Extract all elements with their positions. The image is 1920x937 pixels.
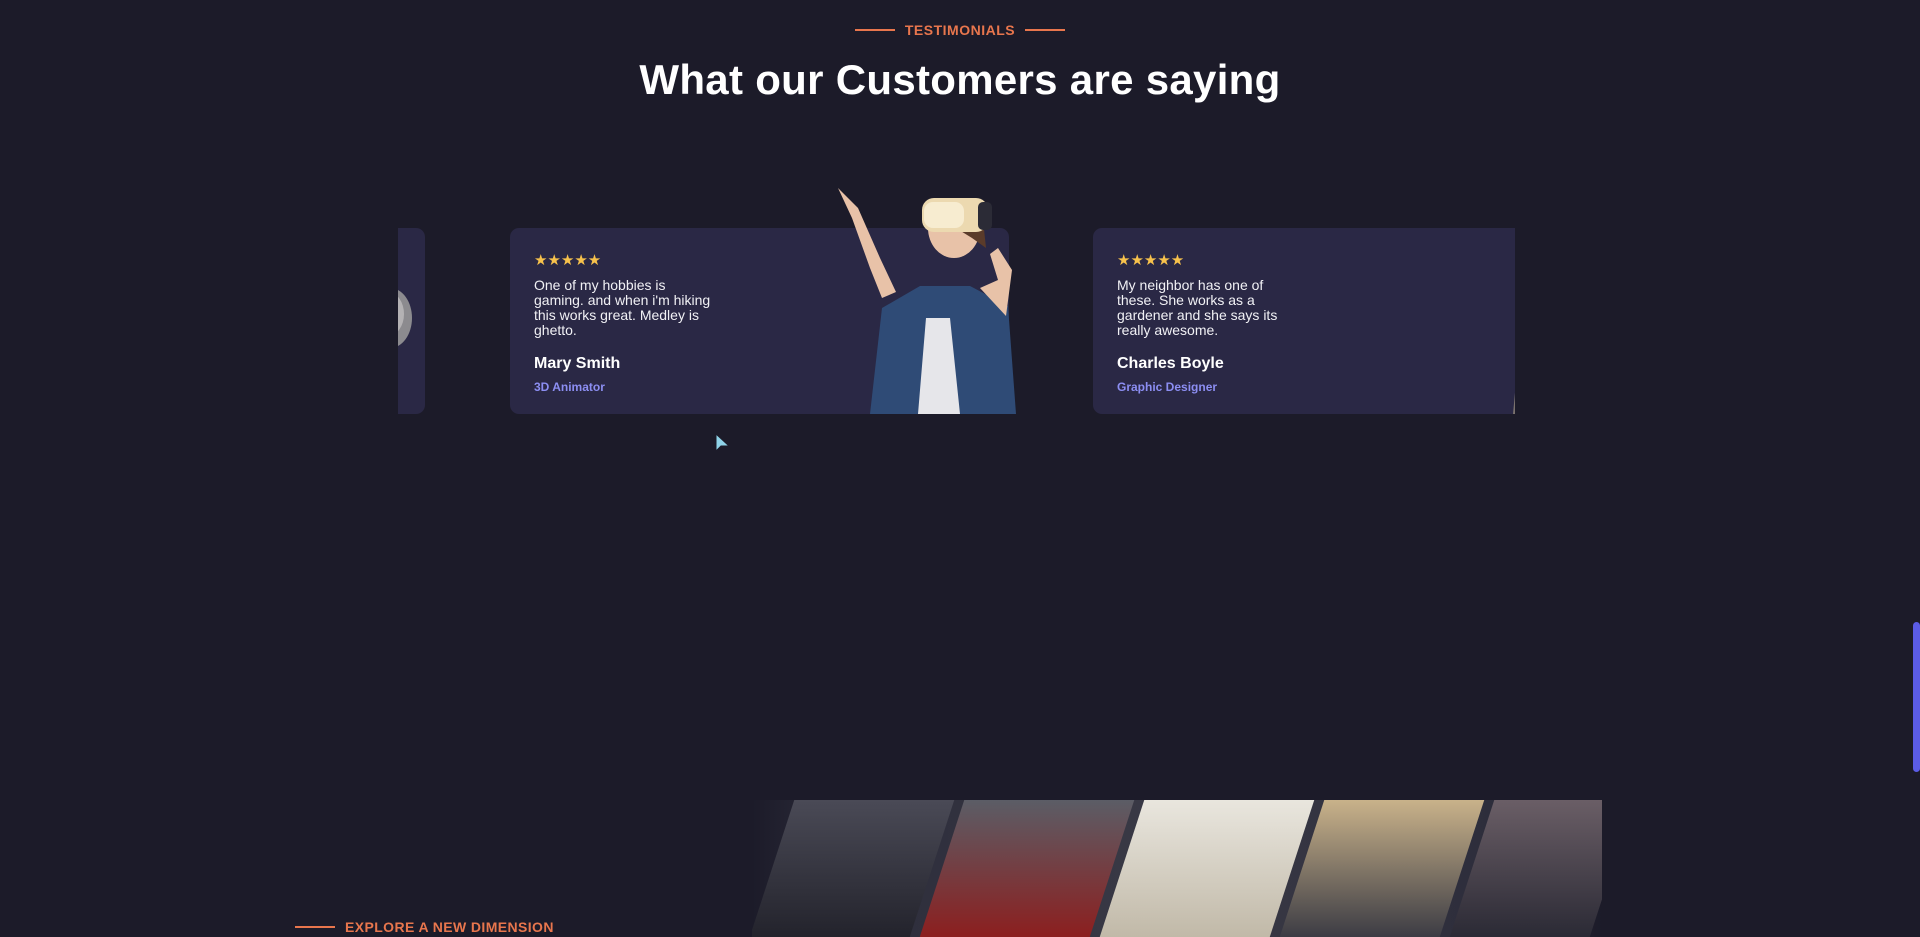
customer-name: Charles Boyle	[1117, 355, 1224, 372]
customer-role: 3D Animator	[534, 380, 605, 394]
eyebrow-line-right	[1025, 29, 1066, 31]
explore-eyebrow: EXPLORE A NEW DIMENSION	[295, 919, 554, 935]
testimonial-card[interactable]: ★★★★★ My neighbor has one of these. She …	[1093, 228, 1515, 414]
customer-name: Mary Smith	[534, 355, 621, 372]
eyebrow-line-left	[854, 29, 895, 31]
customer-role: Graphic Designer	[1117, 380, 1218, 394]
testimonials-carousel[interactable]: ★★★★★ One of my hobbies is gaming. and w…	[398, 180, 1515, 416]
games-collage-image	[752, 800, 1602, 937]
eyebrow-label: TESTIMONIALS	[904, 22, 1016, 38]
rating-stars: ★★★★★	[534, 252, 602, 269]
rating-stars: ★★★★★	[1117, 252, 1185, 269]
explore-line	[295, 926, 335, 928]
customer-photo	[838, 188, 1016, 414]
section-eyebrow: TESTIMONIALS	[0, 22, 1920, 38]
testimonial-card-previous[interactable]	[398, 228, 425, 414]
testimonial-quote: My neighbor has one of these. She works …	[1117, 277, 1278, 338]
customer-photo	[398, 290, 412, 346]
page-scrollbar[interactable]	[1913, 622, 1920, 772]
cursor-icon	[715, 433, 731, 453]
testimonial-quote: One of my hobbies is gaming. and when i'…	[534, 277, 711, 338]
explore-label: EXPLORE A NEW DIMENSION	[345, 919, 554, 935]
section-title: What our Customers are saying	[639, 56, 1281, 103]
customer-photo	[1513, 392, 1515, 414]
testimonial-card[interactable]: ★★★★★ One of my hobbies is gaming. and w…	[510, 188, 1016, 414]
